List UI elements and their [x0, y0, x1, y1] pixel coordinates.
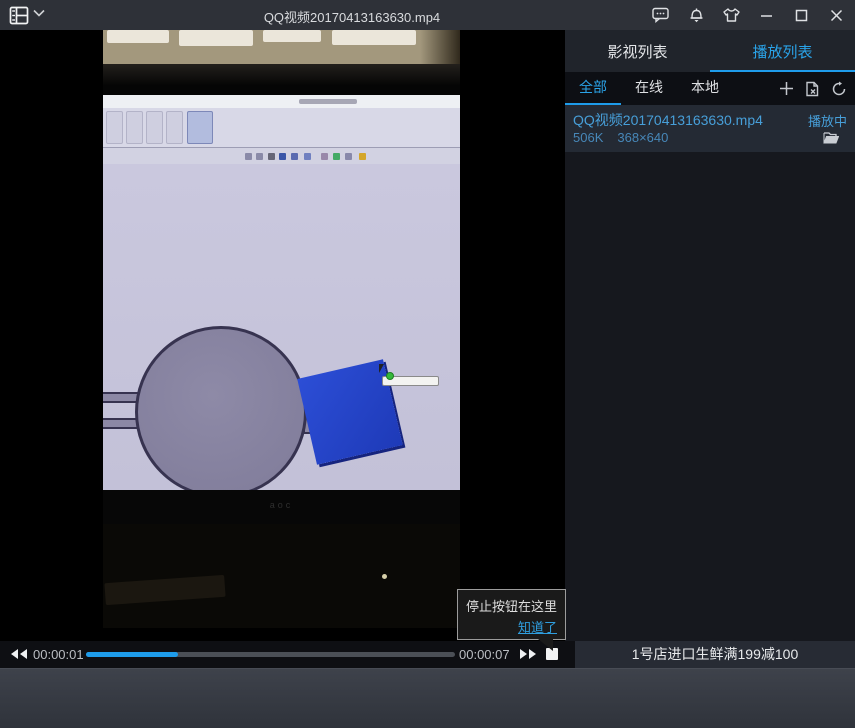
- playlist-item-size: 506K: [573, 130, 603, 145]
- tooltip-text: 停止按钮在这里: [466, 596, 557, 615]
- feedback-message-icon[interactable]: [648, 2, 674, 28]
- title-bar: QQ视频20170413163630.mp4: [0, 0, 855, 30]
- ad-banner[interactable]: 1号店进口生鲜满199减100: [575, 641, 855, 668]
- close-button[interactable]: [823, 2, 849, 28]
- video-display[interactable]: aoc 播放: [0, 30, 565, 641]
- skin-theme-icon[interactable]: [718, 2, 744, 28]
- player-window: QQ视频20170413163630.mp4: [0, 0, 855, 728]
- playlist-item-title: QQ视频20170413163630.mp4: [573, 110, 847, 130]
- fast-forward-icon[interactable]: [519, 648, 538, 660]
- subtab-online[interactable]: 在线: [621, 72, 677, 105]
- monitor-brand-label: aoc: [270, 500, 294, 510]
- app-logo-icon[interactable]: [9, 5, 30, 26]
- sidebar-tabs: 影视列表 播放列表: [565, 30, 855, 72]
- subtab-local[interactable]: 本地: [677, 72, 733, 105]
- playlist: QQ视频20170413163630.mp4 播放中 506K 368×640: [565, 105, 855, 644]
- tooltip-got-it-link[interactable]: 知道了: [466, 617, 557, 636]
- keyboard-silhouette: [104, 575, 225, 605]
- rewind-icon[interactable]: [9, 648, 28, 660]
- playing-status-badge: 播放中: [808, 111, 847, 130]
- main-menu-chevron-icon[interactable]: [33, 9, 45, 17]
- add-file-icon[interactable]: [779, 81, 794, 96]
- seek-row: 00:00:01 00:00:07: [0, 641, 575, 668]
- video-wall-background: [103, 30, 460, 64]
- video-frame-content: aoc: [103, 30, 460, 628]
- current-time: 00:00:01: [33, 647, 84, 662]
- tab-playlist[interactable]: 播放列表: [710, 30, 855, 72]
- cad-circle-shape: [135, 326, 307, 498]
- seek-bar-fill: [86, 652, 178, 657]
- monitor-bottom-bezel: aoc: [103, 490, 460, 524]
- tooltip-arrow: [538, 639, 553, 651]
- open-folder-icon[interactable]: [823, 131, 839, 144]
- video-desk-area: [103, 524, 460, 628]
- clear-playlist-icon[interactable]: [805, 81, 820, 97]
- playlist-item-resolution: 368×640: [617, 130, 668, 145]
- cad-cursor: [379, 364, 384, 373]
- notification-bell-icon[interactable]: [683, 2, 709, 28]
- window-title: QQ视频20170413163630.mp4: [264, 7, 440, 26]
- refresh-icon[interactable]: [831, 81, 847, 97]
- sidebar: 影视列表 播放列表 全部 在线 本地: [565, 30, 855, 641]
- stop-hint-tooltip: 停止按钮在这里 知道了: [457, 589, 566, 640]
- monitor-screen: [103, 95, 460, 535]
- cad-canvas: [103, 164, 460, 530]
- monitor-top-bezel: [103, 64, 460, 95]
- total-time: 00:00:07: [459, 647, 510, 662]
- bottom-toolbar: 弹: [0, 668, 855, 728]
- minimize-button[interactable]: [753, 2, 779, 28]
- tab-movie-list[interactable]: 影视列表: [565, 30, 710, 72]
- playlist-item[interactable]: QQ视频20170413163630.mp4 播放中 506K 368×640: [565, 105, 855, 152]
- seek-bar[interactable]: [86, 652, 455, 657]
- maximize-button[interactable]: [788, 2, 814, 28]
- subtab-all[interactable]: 全部: [565, 72, 621, 105]
